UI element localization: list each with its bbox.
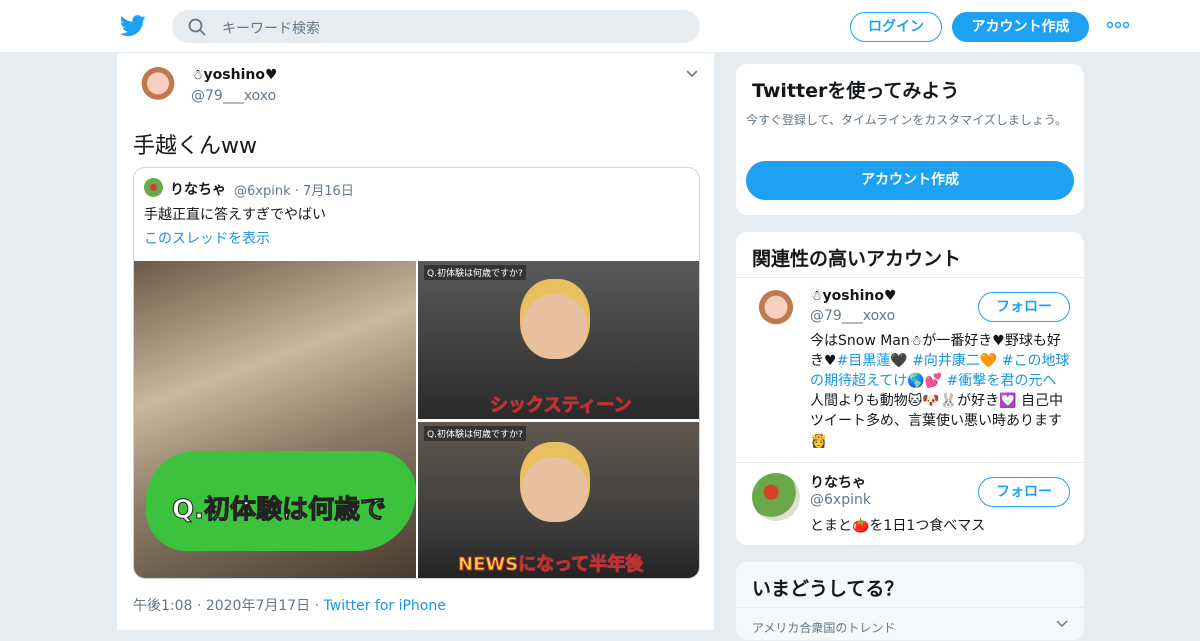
media-image-1[interactable]: Q.初体験は何歳で	[134, 261, 416, 578]
signup-card-title: Twitterを使ってみよう	[752, 80, 960, 102]
tweet-author-handle[interactable]: @79___xoxo	[191, 88, 276, 104]
trends-card: いまどうしてる？ アメリカ合衆国のトレンド	[735, 561, 1085, 641]
signup-card-subtitle: 今すぐ登録して、タイムラインをカスタマイズしましょう。	[746, 113, 1068, 127]
login-button[interactable]: ログイン	[850, 12, 942, 42]
tweet-date[interactable]: 2020年7月17日	[206, 598, 310, 614]
media-caption-3: NEWSになって半年後	[457, 554, 644, 576]
twitter-bird-icon[interactable]	[120, 14, 146, 38]
chevron-down-icon[interactable]	[1056, 620, 1068, 628]
media-grid: Q.初体験は何歳で Q.初体験は何歳ですか? シックスティーン Q.初体験は何歳…	[134, 261, 699, 578]
follow-button[interactable]: フォロー	[978, 292, 1070, 322]
bio-emoji: 🖤	[890, 353, 908, 369]
divider	[736, 277, 1084, 278]
signup-button[interactable]: アカウント作成	[952, 12, 1089, 42]
quoted-author-name[interactable]: りなちゃ	[170, 179, 226, 199]
media-question-label: Q.初体験は何歳ですか?	[424, 426, 526, 441]
person-face	[520, 279, 590, 359]
account-bio: とまと🍅を1日1つ食べマス	[810, 518, 986, 534]
avatar[interactable]	[135, 65, 181, 111]
media-caption-1: Q.初体験は何歳で	[172, 495, 387, 526]
media-caption-2: シックスティーン	[489, 395, 632, 417]
hashtag-link[interactable]: #衝撃を君の元へ	[947, 373, 1057, 389]
account-name[interactable]: ☃yoshino♥	[810, 288, 897, 304]
tweet-meta: 午後1:08 · 2020年7月17日 · Twitter for iPhone	[133, 598, 446, 614]
top-bar: キーワード検索 ログイン アカウント作成	[0, 0, 1200, 53]
quoted-author-handle: @6xpink	[234, 184, 291, 199]
media-image-3[interactable]: Q.初体験は何歳ですか? NEWSになって半年後	[418, 422, 699, 578]
trends-location: アメリカ合衆国のトレンド	[752, 621, 896, 635]
account-handle[interactable]: @6xpink	[810, 492, 871, 508]
show-thread-link[interactable]: このスレッドを表示	[144, 228, 270, 248]
tweet-source-link[interactable]: Twitter for iPhone	[324, 598, 446, 614]
divider	[736, 607, 1084, 608]
signup-card: Twitterを使ってみよう 今すぐ登録して、タイムラインをカスタマイズしましょ…	[735, 63, 1085, 216]
quoted-text: 手越正直に答えすぎでやばい	[144, 207, 326, 223]
tweet-author-name[interactable]: ☃yoshino♥	[191, 67, 278, 83]
related-accounts-title: 関連性の高いアカウント	[752, 248, 962, 270]
quoted-avatar[interactable]	[144, 178, 163, 197]
media-image-2[interactable]: Q.初体験は何歳ですか? シックスティーン	[418, 261, 699, 419]
person-face	[520, 442, 590, 522]
bio-emoji: 🧡	[979, 353, 998, 369]
search-input[interactable]: キーワード検索	[222, 18, 320, 38]
trends-title: いまどうしてる？	[752, 578, 904, 600]
hashtag-link[interactable]: #目黒蓮	[837, 353, 891, 369]
related-accounts-card: 関連性の高いアカウント ☃yoshino♥ @79___xoxo フォロー 今は…	[735, 231, 1085, 546]
follow-button[interactable]: フォロー	[978, 477, 1070, 507]
account-handle[interactable]: @79___xoxo	[810, 308, 895, 324]
tweet-text: 手越くんww	[133, 134, 257, 159]
bio-text: 人間よりも動物🐱🐶🐰が好き💟 自己中ツイート多め、言葉使い悪い時あります👸	[810, 393, 1064, 449]
more-icon[interactable]	[1106, 19, 1130, 31]
avatar[interactable]	[752, 473, 800, 521]
bio-emoji: 🌎💕	[907, 373, 943, 389]
account-bio: 今はSnow Man☃が一番好き♥野球も好き♥#目黒蓮🖤 #向井康二🧡 #この地…	[810, 331, 1072, 451]
hashtag-link[interactable]: #向井康二	[912, 353, 980, 369]
quoted-date: 7月16日	[303, 184, 354, 199]
media-question-label: Q.初体験は何歳ですか?	[424, 265, 526, 280]
quoted-author-meta: @6xpink · 7月16日	[234, 184, 354, 199]
search-bar[interactable]: キーワード検索	[172, 10, 700, 43]
tweet-panel: ☃yoshino♥ @79___xoxo 手越くんww りなちゃ @6xpink…	[116, 53, 715, 630]
quoted-tweet[interactable]: りなちゃ @6xpink · 7月16日 手越正直に答えすぎでやばい このスレッ…	[133, 167, 700, 579]
tweet-time[interactable]: 午後1:08	[133, 598, 192, 614]
divider	[736, 462, 1084, 463]
signup-card-button[interactable]: アカウント作成	[746, 161, 1074, 200]
chevron-down-icon[interactable]	[685, 69, 699, 79]
avatar[interactable]	[752, 288, 800, 336]
search-icon	[188, 18, 206, 36]
account-name[interactable]: りなちゃ	[810, 472, 866, 492]
